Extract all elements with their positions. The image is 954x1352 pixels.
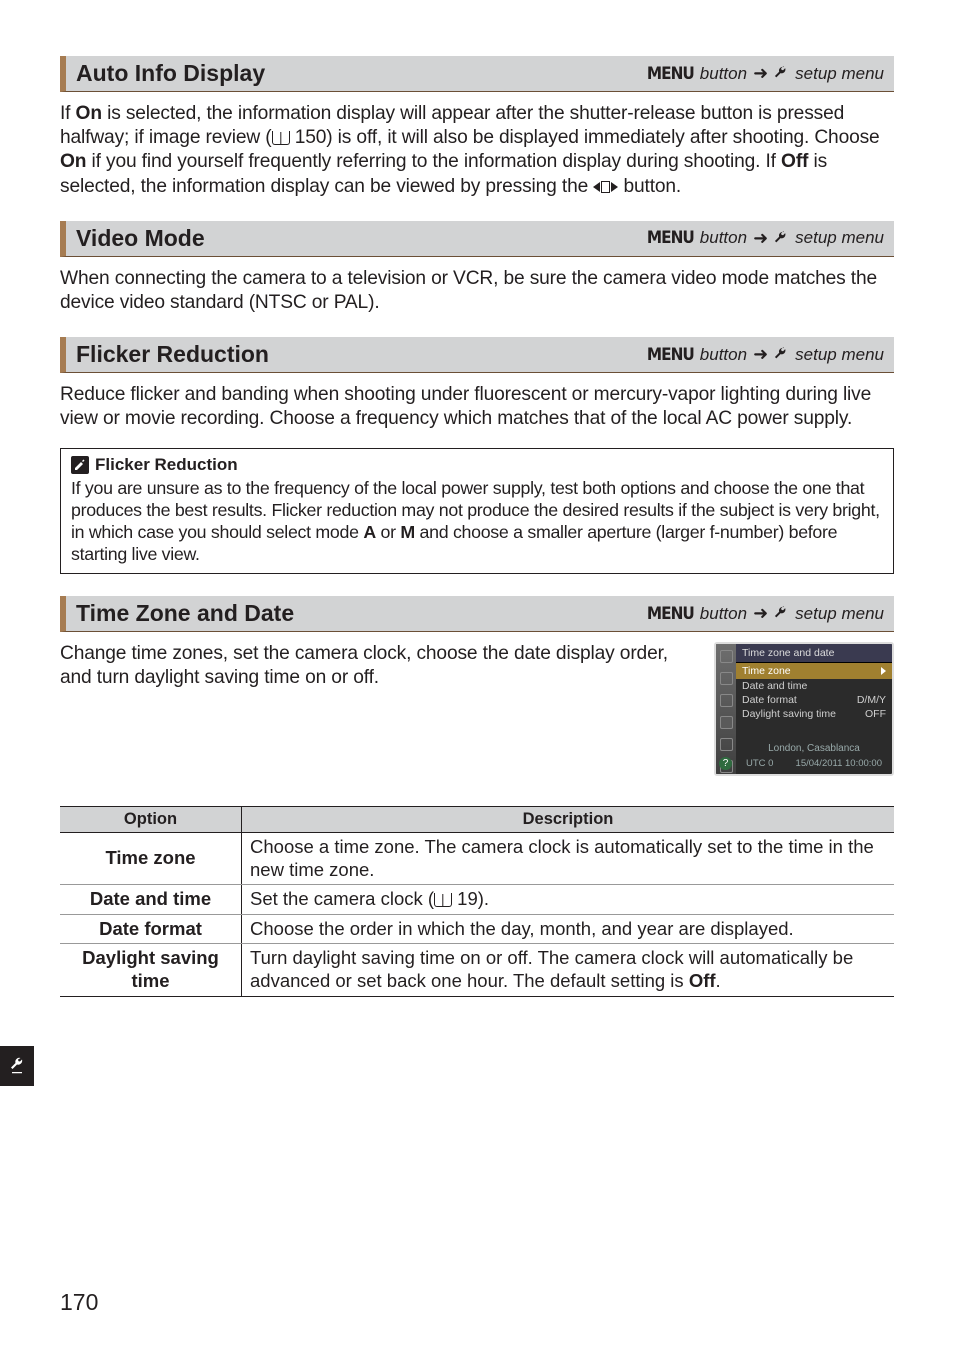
table-head-option: Option bbox=[60, 807, 242, 833]
desc-cell: Choose the order in which the day, month… bbox=[242, 914, 895, 944]
manual-ref-icon bbox=[272, 131, 290, 145]
section-header-timezone: Time Zone and Date MENU button ➜ setup m… bbox=[60, 596, 894, 632]
screenshot-row: Date formatD/M/Y bbox=[736, 693, 892, 707]
screenshot-header: Time zone and date bbox=[736, 644, 892, 663]
chevron-right-icon bbox=[881, 667, 886, 675]
note-title-text: Flicker Reduction bbox=[95, 455, 238, 475]
setup-menu-label: setup menu bbox=[795, 345, 884, 365]
screenshot-row: Date and time bbox=[736, 679, 892, 693]
wrench-icon bbox=[774, 347, 789, 362]
setup-menu-label: setup menu bbox=[795, 64, 884, 84]
tab-icon bbox=[720, 672, 733, 685]
flicker-note-box: Flicker Reduction If you are unsure as t… bbox=[60, 448, 894, 575]
section-header-flicker: Flicker Reduction MENU button ➜ setup me… bbox=[60, 337, 894, 373]
table-row: Date and time Set the camera clock ( 19)… bbox=[60, 885, 894, 915]
note-title-row: Flicker Reduction bbox=[71, 455, 883, 475]
setup-menu-label: setup menu bbox=[795, 228, 884, 248]
setup-menu-label: setup menu bbox=[795, 604, 884, 624]
screenshot-row: Daylight saving timeOFF bbox=[736, 707, 892, 721]
video-mode-body: When connecting the camera to a televisi… bbox=[60, 267, 894, 315]
section-title: Video Mode bbox=[76, 225, 205, 252]
section-title: Time Zone and Date bbox=[76, 600, 294, 627]
arrow-right-icon: ➜ bbox=[753, 228, 768, 249]
table-row: Time zone Choose a time zone. The camera… bbox=[60, 833, 894, 885]
option-cell: Date and time bbox=[60, 885, 242, 915]
table-row: Daylight saving time Turn daylight savin… bbox=[60, 944, 894, 996]
desc-cell: Choose a time zone. The camera clock is … bbox=[242, 833, 895, 885]
note-body: If you are unsure as to the frequency of… bbox=[71, 477, 883, 565]
menu-label: MENU bbox=[647, 228, 694, 248]
tab-icon bbox=[720, 738, 733, 751]
timezone-body: Change time zones, set the camera clock,… bbox=[60, 642, 692, 690]
flicker-body: Reduce flicker and banding when shooting… bbox=[60, 383, 894, 431]
desc-cell: Turn daylight saving time on or off. The… bbox=[242, 944, 895, 996]
table-head-description: Description bbox=[242, 807, 895, 833]
screenshot-highlight-row: Time zone bbox=[736, 663, 892, 679]
tab-icon bbox=[720, 650, 733, 663]
manual-ref-icon bbox=[434, 893, 452, 907]
section-subtitle: MENU button ➜ setup menu bbox=[647, 63, 884, 84]
screenshot-footer-time: UTC 015/04/2011 10:00:00 bbox=[742, 758, 886, 769]
options-table: Option Description Time zone Choose a ti… bbox=[60, 806, 894, 996]
section-header-auto-info: Auto Info Display MENU button ➜ setup me… bbox=[60, 56, 894, 92]
wrench-icon bbox=[774, 231, 789, 246]
side-tab-icon bbox=[0, 1046, 34, 1086]
section-title: Auto Info Display bbox=[76, 60, 265, 87]
option-cell: Time zone bbox=[60, 833, 242, 885]
wrench-icon bbox=[774, 66, 789, 81]
menu-suffix: button bbox=[700, 228, 747, 248]
section-header-video-mode: Video Mode MENU button ➜ setup menu bbox=[60, 221, 894, 257]
tab-icon bbox=[720, 716, 733, 729]
arrow-right-icon: ➜ bbox=[753, 603, 768, 624]
arrow-right-icon: ➜ bbox=[753, 63, 768, 84]
menu-suffix: button bbox=[700, 604, 747, 624]
menu-label: MENU bbox=[647, 64, 694, 84]
section-subtitle: MENU button ➜ setup menu bbox=[647, 603, 884, 624]
wrench-icon bbox=[774, 606, 789, 621]
note-badge-icon bbox=[71, 456, 89, 474]
menu-suffix: button bbox=[700, 345, 747, 365]
tab-icon bbox=[720, 694, 733, 707]
screenshot-footer-city: London, Casablanca bbox=[742, 743, 886, 754]
section-title: Flicker Reduction bbox=[76, 341, 269, 368]
menu-suffix: button bbox=[700, 64, 747, 84]
desc-cell: Set the camera clock ( 19). bbox=[242, 885, 895, 915]
arrow-right-icon: ➜ bbox=[753, 344, 768, 365]
info-button-icon bbox=[593, 181, 618, 193]
menu-label: MENU bbox=[647, 604, 694, 624]
option-cell: Date format bbox=[60, 914, 242, 944]
camera-screenshot: ? Time zone and date Time zone Date and … bbox=[714, 642, 894, 776]
section-subtitle: MENU button ➜ setup menu bbox=[647, 344, 884, 365]
screenshot-tab-strip bbox=[716, 644, 736, 774]
page-number: 170 bbox=[60, 1289, 98, 1316]
menu-label: MENU bbox=[647, 345, 694, 365]
section-subtitle: MENU button ➜ setup menu bbox=[647, 228, 884, 249]
option-cell: Daylight saving time bbox=[60, 944, 242, 996]
auto-info-body: If On is selected, the information displ… bbox=[60, 102, 894, 199]
table-row: Date format Choose the order in which th… bbox=[60, 914, 894, 944]
